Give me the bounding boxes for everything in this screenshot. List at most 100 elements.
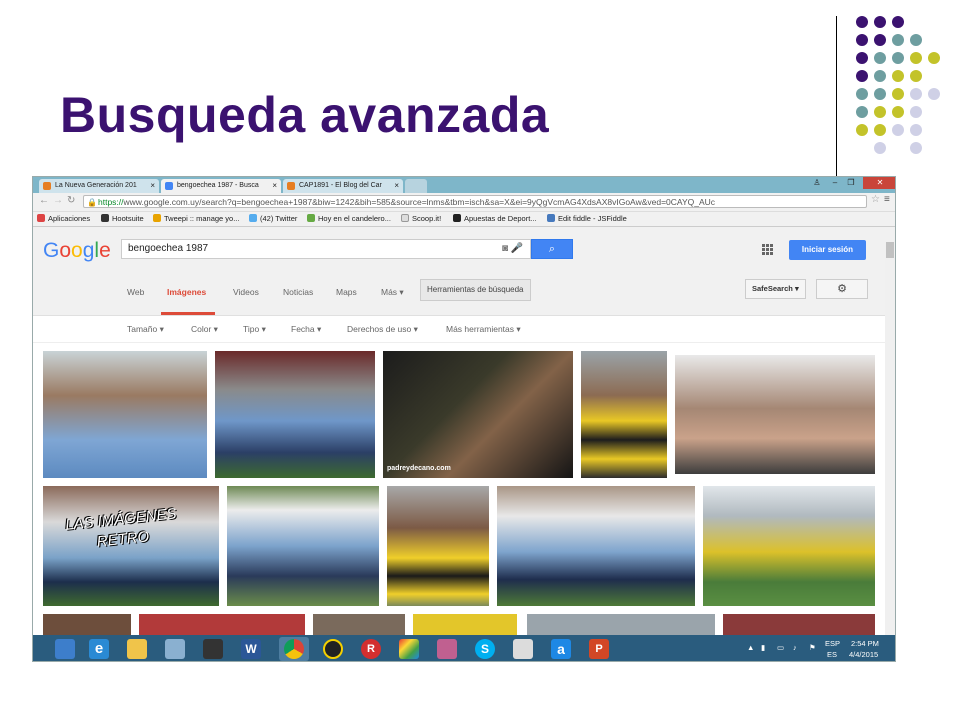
skype-icon[interactable]: S: [475, 639, 495, 659]
bookmark-apuestas[interactable]: Apuestas de Deport...: [453, 212, 537, 226]
forward-icon[interactable]: →: [53, 195, 63, 206]
dot: [856, 88, 868, 100]
tray-arrow-icon[interactable]: ▲: [747, 643, 754, 652]
reload-icon[interactable]: ↻: [67, 195, 75, 206]
bookmark-twitter[interactable]: (42) Twitter: [249, 212, 297, 226]
tab-cap1891[interactable]: CAP1891 - El Blog del Car ×: [283, 179, 403, 193]
network-icon[interactable]: ▮: [761, 643, 765, 652]
scrollbar-thumb[interactable]: [886, 242, 894, 258]
menu-icon[interactable]: ≡: [884, 194, 890, 205]
tab-google-search[interactable]: bengoechea 1987 - Busca ×: [161, 179, 281, 193]
volume-icon[interactable]: ♪: [793, 643, 797, 652]
dot: [856, 16, 868, 28]
filter-color[interactable]: Color ▾: [191, 324, 218, 335]
image-result[interactable]: [723, 614, 875, 635]
tab-nueva-generacion[interactable]: La Nueva Generación 201 ×: [39, 179, 159, 193]
tab-bar: La Nueva Generación 201 × bengoechea 198…: [33, 177, 895, 193]
google-icon: [165, 182, 173, 190]
image-result[interactable]: [139, 614, 305, 635]
search-tools-button[interactable]: Herramientas de búsqueda: [420, 279, 531, 301]
google-logo[interactable]: Google: [43, 239, 111, 263]
close-icon[interactable]: ×: [272, 179, 277, 193]
bookmark-aplicaciones[interactable]: Aplicaciones: [37, 212, 90, 226]
tab-news[interactable]: Noticias: [283, 287, 313, 297]
tab-videos[interactable]: Videos: [233, 287, 259, 297]
clock-time[interactable]: 2:54 PM: [851, 639, 879, 648]
image-result[interactable]: LAS IMÁGENES RETRO: [43, 486, 219, 606]
image-result[interactable]: [313, 614, 405, 635]
filter-date[interactable]: Fecha ▾: [291, 324, 321, 335]
restore-button[interactable]: ❐: [843, 177, 859, 189]
bookmark-jsfiddle[interactable]: Edit fiddle - JSFiddle: [547, 212, 627, 226]
bookmark-tweepi[interactable]: Tweepi :: manage yo...: [153, 212, 239, 226]
page-icon: [401, 214, 409, 222]
image-result[interactable]: [43, 614, 131, 635]
bookmark-scoopit[interactable]: Scoop.it!: [401, 212, 441, 226]
image-result[interactable]: padreydecano.com: [383, 351, 573, 478]
back-icon[interactable]: ←: [39, 195, 49, 206]
twitter-icon: [249, 214, 257, 222]
chrome-icon[interactable]: [279, 637, 309, 661]
image-result[interactable]: [703, 486, 875, 606]
image-result[interactable]: [527, 614, 715, 635]
tab-web[interactable]: Web: [127, 287, 144, 297]
microphone-icon[interactable]: 🎤: [511, 240, 523, 258]
app-a-icon[interactable]: a: [551, 639, 571, 659]
slide-title: Busqueda avanzada: [60, 87, 550, 143]
sign-in-button[interactable]: Iniciar sesión: [789, 240, 866, 260]
tab-maps[interactable]: Maps: [336, 287, 357, 297]
image-result[interactable]: [675, 355, 875, 474]
tab-label: CAP1891 - El Blog del Car: [299, 182, 382, 189]
close-window-button[interactable]: ✕: [863, 177, 895, 189]
dot: [892, 16, 904, 28]
dot: [910, 124, 922, 136]
dot: [856, 52, 868, 64]
image-result[interactable]: [215, 351, 375, 478]
bookmark-hootsuite[interactable]: Hootsuite: [101, 212, 144, 226]
tab-images[interactable]: Imágenes: [167, 287, 206, 297]
tablet-app-icon[interactable]: [165, 639, 185, 659]
search-input[interactable]: bengoechea 1987 ◙ 🎤: [121, 239, 531, 259]
image-result[interactable]: [581, 351, 667, 478]
battery-icon[interactable]: ▭: [777, 643, 784, 652]
gear-icon[interactable]: ⚙: [816, 279, 868, 299]
image-result[interactable]: [227, 486, 379, 606]
user-icon[interactable]: ♙: [809, 177, 825, 189]
filter-size[interactable]: Tamaño ▾: [127, 324, 164, 335]
paint-icon[interactable]: [399, 639, 419, 659]
clock-date[interactable]: 4/4/2015: [849, 650, 878, 659]
safesearch-dropdown[interactable]: SafeSearch ▾: [745, 279, 806, 299]
movie-maker-icon[interactable]: [203, 639, 223, 659]
app-r-icon[interactable]: R: [361, 639, 381, 659]
internet-explorer-icon[interactable]: e: [89, 639, 109, 659]
image-result[interactable]: [413, 614, 517, 635]
scrollbar[interactable]: [885, 242, 895, 635]
file-explorer-icon[interactable]: [127, 639, 147, 659]
dot: [856, 124, 868, 136]
tab-more[interactable]: Más ▾: [381, 287, 404, 298]
image-result[interactable]: [43, 351, 207, 478]
graphics-app-icon[interactable]: [437, 639, 457, 659]
dot: [874, 70, 886, 82]
new-tab-button[interactable]: [405, 179, 427, 193]
apps-grid-icon[interactable]: [762, 244, 774, 256]
powerpoint-icon[interactable]: P: [589, 639, 609, 659]
filter-type[interactable]: Tipo ▾: [243, 324, 266, 335]
minimize-button[interactable]: –: [827, 177, 843, 189]
camera-icon[interactable]: ◙: [502, 240, 508, 258]
dropbox-icon[interactable]: [55, 639, 75, 659]
word-icon[interactable]: W: [241, 639, 261, 659]
flag-icon[interactable]: ⚑: [809, 643, 816, 652]
bookmark-candelero[interactable]: Hoy en el candelero...: [307, 212, 391, 226]
image-result[interactable]: [387, 486, 489, 606]
url-input[interactable]: 🔒 https://www.google.com.uy/search?q=ben…: [83, 195, 867, 208]
image-result[interactable]: [497, 486, 695, 606]
star-icon[interactable]: ☆: [871, 194, 880, 205]
close-icon[interactable]: ×: [394, 179, 399, 193]
filter-more-tools[interactable]: Más herramientas ▾: [446, 324, 521, 335]
close-icon[interactable]: ×: [150, 179, 155, 193]
filter-usage-rights[interactable]: Derechos de uso ▾: [347, 324, 418, 335]
notes-icon[interactable]: [513, 639, 533, 659]
search-button[interactable]: ⌕: [531, 239, 573, 259]
app-circle-icon[interactable]: [323, 639, 343, 659]
